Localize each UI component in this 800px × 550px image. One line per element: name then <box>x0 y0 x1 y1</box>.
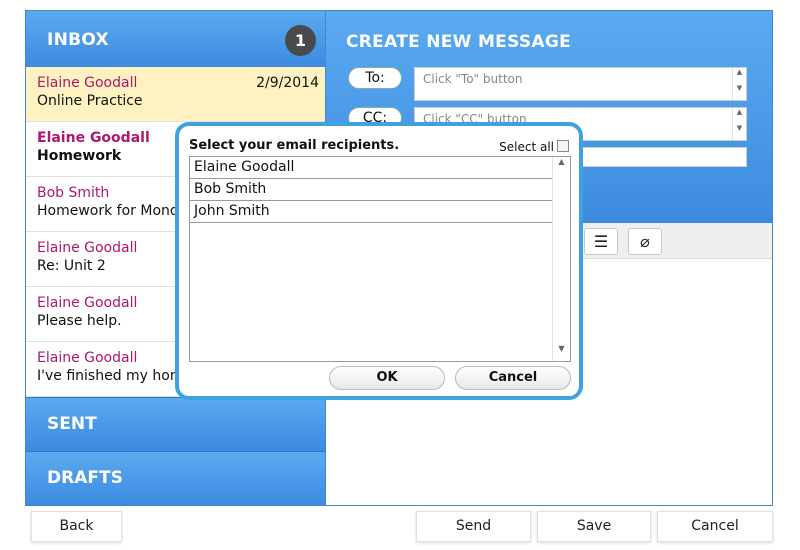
message-subject: Homework for Monday <box>37 203 196 219</box>
folder-sent[interactable]: SENT <box>26 397 325 451</box>
send-button[interactable]: Send <box>416 511 531 542</box>
folder-drafts[interactable]: DRAFTS <box>26 451 325 505</box>
inbox-header[interactable]: INBOX 1 <box>26 11 325 67</box>
select-all-control[interactable]: Select all <box>499 140 569 154</box>
recipient-item[interactable]: Elaine Goodall <box>190 157 552 179</box>
message-item[interactable]: Elaine Goodall 2/9/2014 Online Practice <box>26 67 325 122</box>
dialog-title: Select your email recipients. <box>189 138 400 153</box>
message-date: 2/9/2014 <box>256 75 319 91</box>
message-sender: Elaine Goodall <box>37 240 138 256</box>
message-subject: Online Practice <box>37 93 143 109</box>
message-sender: Elaine Goodall <box>37 130 150 146</box>
to-field[interactable]: Click "To" button ▲ ▼ <box>414 67 747 101</box>
recipient-list: Elaine Goodall Bob Smith John Smith ▲ ▼ <box>189 156 571 362</box>
cancel-button[interactable]: Cancel <box>657 511 773 542</box>
cc-field-scrollbar[interactable]: ▲ ▼ <box>732 108 746 140</box>
select-all-checkbox[interactable] <box>557 140 569 152</box>
recipients-dialog: Select your email recipients. Select all… <box>175 122 583 400</box>
message-sender: Elaine Goodall <box>37 350 138 366</box>
message-subject: Re: Unit 2 <box>37 258 106 274</box>
paperclip-icon[interactable]: ⌀ <box>628 228 662 255</box>
unread-count-badge: 1 <box>285 25 316 56</box>
recipient-item[interactable]: Bob Smith <box>190 179 552 201</box>
inbox-title: INBOX <box>47 30 109 50</box>
recipient-item[interactable]: John Smith <box>190 201 552 223</box>
message-subject: Please help. <box>37 313 122 329</box>
message-sender: Bob Smith <box>37 185 110 201</box>
ok-button[interactable]: OK <box>329 366 445 390</box>
justify-icon[interactable]: ☰ <box>584 228 618 255</box>
compose-title: CREATE NEW MESSAGE <box>346 32 572 52</box>
dialog-cancel-button[interactable]: Cancel <box>455 366 571 390</box>
save-button[interactable]: Save <box>537 511 651 542</box>
message-subject: Homework <box>37 148 122 164</box>
to-button[interactable]: To: <box>348 67 402 89</box>
back-button[interactable]: Back <box>31 511 122 542</box>
message-sender: Elaine Goodall <box>37 295 138 311</box>
to-placeholder: Click "To" button <box>423 72 523 86</box>
recipient-list-scrollbar[interactable]: ▲ ▼ <box>552 157 570 361</box>
to-field-scrollbar[interactable]: ▲ ▼ <box>732 68 746 100</box>
message-sender: Elaine Goodall <box>37 75 138 91</box>
select-all-label: Select all <box>499 140 554 154</box>
